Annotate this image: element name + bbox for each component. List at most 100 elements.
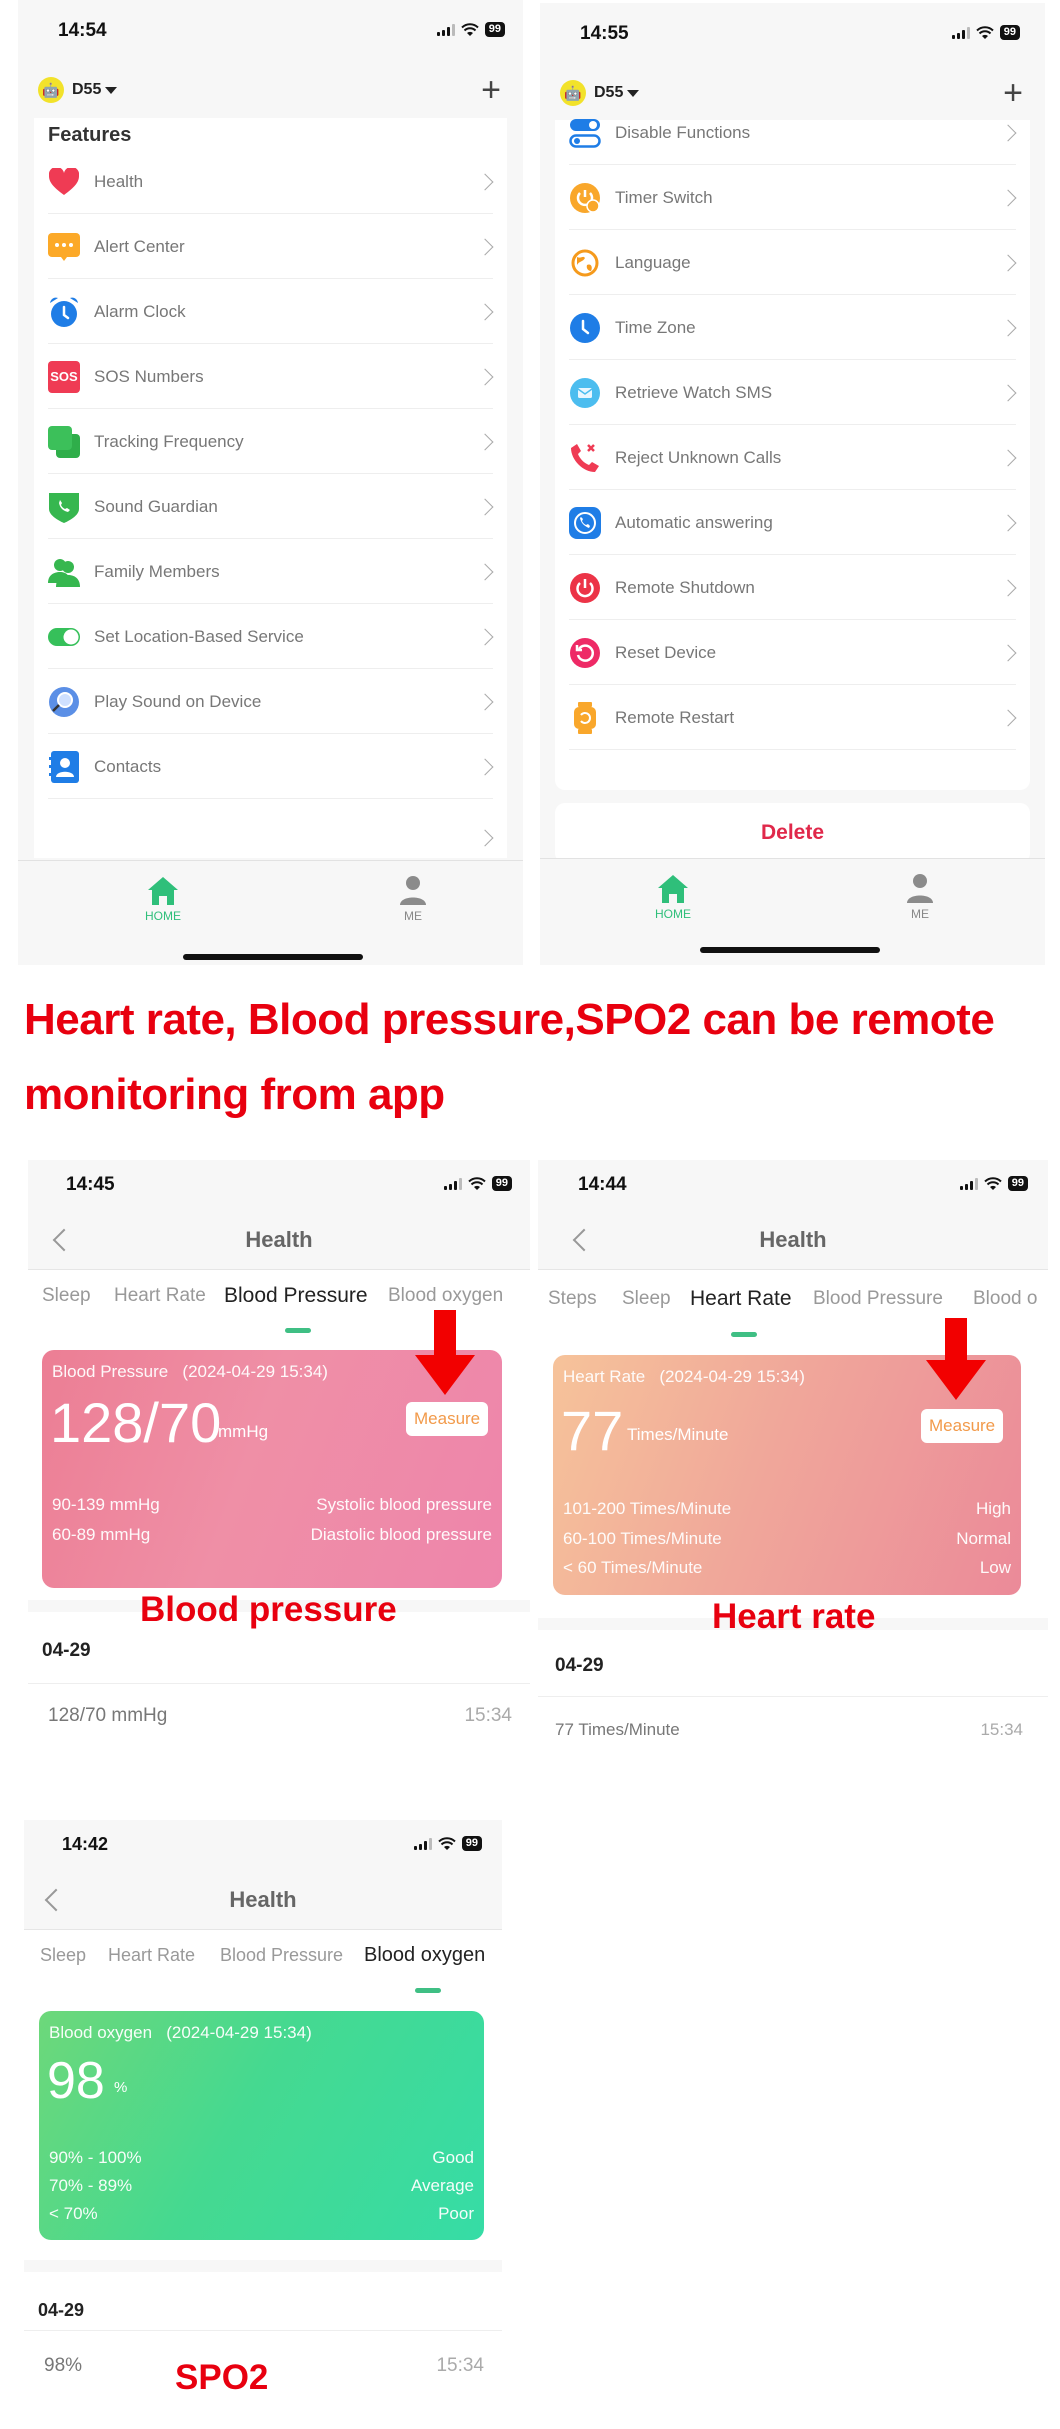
setting-item-timer-switch[interactable]: Timer Switch [555, 165, 1030, 230]
setting-item-remote-restart[interactable]: Remote Restart [555, 685, 1030, 750]
screen-blood-oxygen: 14:42 99 Health Sleep Heart Rate Blood P… [24, 1820, 502, 2429]
bottom-tab-bar: HOME ME [18, 860, 523, 965]
tab-heart-rate[interactable]: Heart Rate [690, 1287, 792, 1311]
setting-item-retrieve-sms[interactable]: Retrieve Watch SMS [555, 360, 1030, 425]
feature-item-alert-center[interactable]: Alert Center [34, 214, 507, 279]
screen-features-2: 14:55 99 🤖 D55 + Disable Functions Timer… [540, 3, 1045, 965]
shield-phone-icon [48, 491, 80, 523]
device-avatar[interactable]: 🤖 [38, 77, 64, 103]
history-time: 15:34 [980, 1720, 1023, 1739]
tab-me[interactable]: ME [373, 873, 453, 923]
spo2-annotation-label: SPO2 [175, 2358, 269, 2397]
feature-item-tracking-frequency[interactable]: Tracking Frequency [34, 409, 507, 474]
back-icon[interactable] [44, 1888, 68, 1911]
setting-item-auto-answer[interactable]: Automatic answering [555, 490, 1030, 555]
history-date: 04-29 [555, 1655, 604, 1676]
blood-oxygen-card: Blood oxygen (2024-04-29 15:34) 98 % 90%… [39, 2011, 484, 2240]
back-icon[interactable] [52, 1228, 76, 1251]
headline-line-2: monitoring from app [24, 1070, 445, 1119]
battery-icon: 99 [999, 25, 1020, 40]
history-value: 77 Times/Minute [555, 1720, 680, 1739]
chevron-right-icon [999, 319, 1017, 336]
tab-steps[interactable]: Steps [548, 1288, 597, 1310]
range-diastolic: 60-89 mmHg [52, 1525, 151, 1544]
range-systolic: 90-139 mmHg [52, 1495, 160, 1514]
alert-message-icon [48, 231, 80, 263]
feature-item-contacts[interactable]: Contacts [34, 734, 507, 799]
setting-item-disable-functions[interactable]: Disable Functions [555, 100, 1030, 165]
card-title: Blood Pressure (2024-04-29 15:34) [52, 1362, 328, 1381]
tab-home[interactable]: HOME [123, 873, 203, 923]
tab-blood-oxygen[interactable]: Blood o [973, 1288, 1037, 1310]
feature-item-health[interactable]: Health [34, 149, 507, 214]
caret-down-icon[interactable] [105, 86, 118, 94]
feature-item-sound-guardian[interactable]: Sound Guardian [34, 474, 507, 539]
card-title: Heart Rate (2024-04-29 15:34) [563, 1367, 805, 1386]
tab-blood-oxygen[interactable]: Blood oxygen [364, 1944, 485, 1967]
setting-item-reject-calls[interactable]: Reject Unknown Calls [555, 425, 1030, 490]
battery-icon: 99 [1007, 1176, 1028, 1191]
bp-annotation-label: Blood pressure [140, 1590, 397, 1629]
spo2-value: 98 [47, 2052, 105, 2110]
health-tabs: Sleep Heart Rate Blood Pressure Blood ox… [24, 1944, 502, 1995]
red-arrow-down-icon [415, 1310, 475, 1395]
tab-blood-oxygen[interactable]: Blood oxygen [388, 1285, 503, 1307]
setting-item-reset-device[interactable]: Reset Device [555, 620, 1030, 685]
wifi-icon [438, 1836, 456, 1850]
wifi-icon [984, 1176, 1002, 1190]
cellular-signal-icon [413, 1837, 432, 1850]
chevron-right-icon [476, 173, 494, 190]
tab-me[interactable]: ME [880, 871, 960, 921]
wifi-icon [468, 1176, 486, 1190]
screen-blood-pressure: 14:45 99 Health Sleep Heart Rate Blood P… [28, 1160, 530, 1780]
tab-heart-rate[interactable]: Heart Rate [108, 1945, 195, 1966]
add-device-button[interactable]: + [481, 73, 501, 107]
hr-value: 77 [561, 1399, 624, 1462]
setting-item-time-zone[interactable]: Time Zone [555, 295, 1030, 360]
tab-blood-pressure[interactable]: Blood Pressure [220, 1945, 343, 1966]
feature-item-alarm-clock[interactable]: Alarm Clock [34, 279, 507, 344]
tab-blood-pressure[interactable]: Blood Pressure [224, 1284, 368, 1308]
range-diastolic-label: Diastolic blood pressure [310, 1525, 492, 1544]
status-time: 14:44 [578, 1174, 627, 1195]
page-title: Health [759, 1226, 827, 1252]
chevron-right-icon [476, 758, 494, 775]
delete-button[interactable]: Delete [555, 803, 1030, 863]
setting-item-language[interactable]: Language [555, 230, 1030, 295]
feature-item-play-sound[interactable]: Play Sound on Device [34, 669, 507, 734]
tab-sleep[interactable]: Sleep [622, 1288, 671, 1310]
alarm-clock-icon [48, 296, 80, 328]
device-header: 🤖 D55 + [18, 65, 523, 115]
device-name[interactable]: D55 [72, 81, 101, 99]
power-icon [569, 572, 601, 604]
feature-item-partial[interactable] [34, 799, 507, 864]
tab-blood-pressure[interactable]: Blood Pressure [813, 1288, 943, 1310]
chevron-right-icon [999, 579, 1017, 596]
hr-annotation-label: Heart rate [712, 1597, 876, 1636]
toggle-switches-icon [569, 117, 601, 149]
back-icon[interactable] [572, 1228, 596, 1251]
caret-down-icon[interactable] [627, 89, 640, 97]
feature-item-sos-numbers[interactable]: SOS SOS Numbers [34, 344, 507, 409]
feature-item-family-members[interactable]: Family Members [34, 539, 507, 604]
range-normal: 60-100 Times/Minute [563, 1529, 722, 1548]
person-icon [880, 871, 960, 903]
chevron-right-icon [476, 498, 494, 515]
range-normal-label: Normal [956, 1529, 1011, 1548]
tab-home[interactable]: HOME [633, 871, 713, 921]
magnifier-sound-icon [48, 686, 80, 718]
battery-icon: 99 [491, 1176, 512, 1191]
feature-item-location-service[interactable]: Set Location-Based Service [34, 604, 507, 669]
chevron-right-icon [476, 829, 494, 847]
tab-sleep[interactable]: Sleep [42, 1285, 91, 1307]
spo2-unit: % [114, 2079, 128, 2096]
measure-button[interactable]: Measure [406, 1402, 489, 1436]
tab-heart-rate[interactable]: Heart Rate [114, 1285, 206, 1307]
nav-bar: Health [28, 1210, 530, 1270]
setting-item-remote-shutdown[interactable]: Remote Shutdown [555, 555, 1030, 620]
status-time: 14:45 [66, 1174, 115, 1195]
battery-icon: 99 [461, 1836, 482, 1851]
chevron-right-icon [476, 563, 494, 580]
tab-sleep[interactable]: Sleep [40, 1945, 86, 1966]
measure-button[interactable]: Measure [921, 1409, 1004, 1443]
